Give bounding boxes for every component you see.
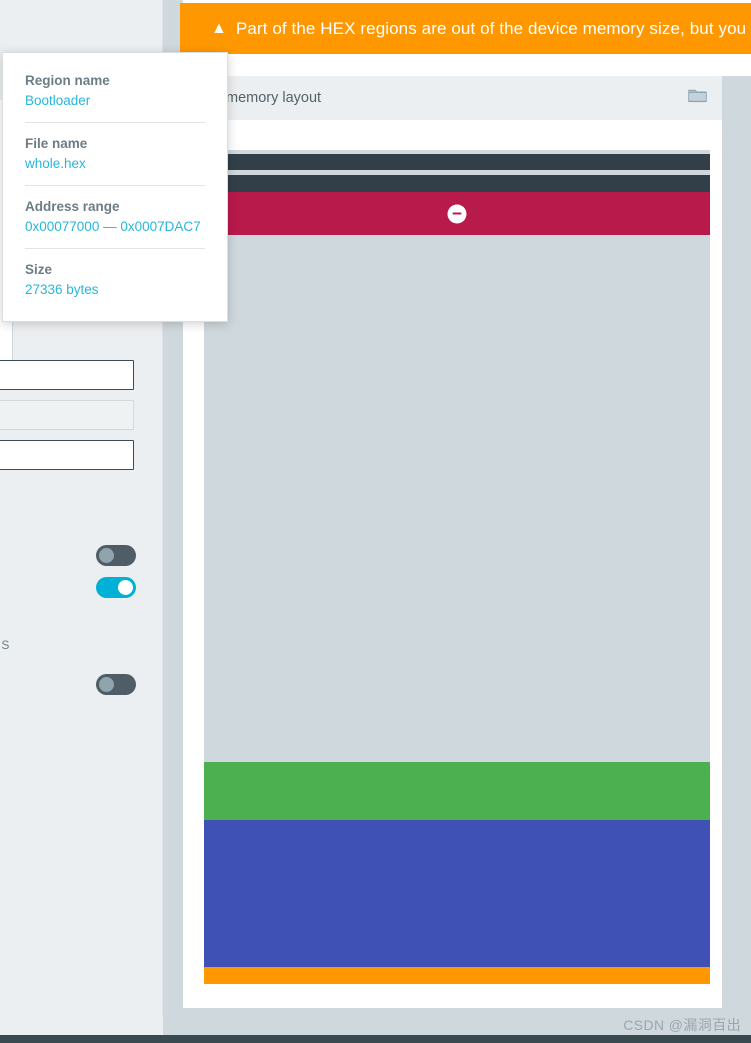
memory-region-region-dark-2 <box>204 175 710 192</box>
toggle-setting-1[interactable] <box>96 674 136 695</box>
popover-field-address-range: Address range 0x00077000 — 0x0007DAC7 <box>25 199 205 234</box>
popover-value: 0x00077000 — 0x0007DAC7 <box>25 219 201 234</box>
right-scroll-rail[interactable] <box>722 76 751 1008</box>
region-info-popover: Region name Bootloader File name whole.h… <box>2 52 228 322</box>
popover-field-file-name: File name whole.hex <box>25 136 205 171</box>
minus-circle-icon[interactable] <box>447 204 467 223</box>
popover-field-region-name: Region name Bootloader <box>25 73 205 108</box>
popover-key: File name <box>25 136 88 151</box>
reset-button[interactable]: Reset <box>0 360 134 390</box>
popover-value: Bootloader <box>25 93 91 108</box>
popover-key: Address range <box>25 199 120 214</box>
popover-value: whole.hex <box>25 156 86 171</box>
toggle-knob <box>99 548 114 563</box>
popover-divider <box>25 248 205 249</box>
memory-region-region-selected[interactable] <box>191 192 710 235</box>
memory-layout-header: memory layout <box>204 76 722 120</box>
memory-region-region-blue <box>204 820 710 967</box>
write-button[interactable]: Write <box>0 400 134 430</box>
hex-out-of-range-warning-banner: ▲ Part of the HEX regions are out of the… <box>180 3 751 54</box>
toggle-knob <box>99 677 114 692</box>
warning-triangle-icon: ▲ <box>211 19 227 37</box>
memory-region-region-orange <box>204 967 710 984</box>
minus-glyph <box>452 212 462 215</box>
memory-layout-title: memory layout <box>226 90 322 106</box>
toggle-option-2[interactable] <box>96 577 136 598</box>
watermark: CSDN @漏洞百出 <box>623 1017 741 1033</box>
toggle-option-1[interactable] <box>96 545 136 566</box>
popover-divider <box>25 185 205 186</box>
warning-banner-text: Part of the HEX regions are out of the d… <box>235 18 751 38</box>
popover-key: Size <box>25 262 53 277</box>
folder-icon[interactable] <box>688 88 707 108</box>
memory-region-region-dark-1 <box>204 154 710 170</box>
popover-value: 27336 bytes <box>25 282 99 297</box>
memory-region-region-green <box>204 762 710 820</box>
memory-region-gap-top <box>204 138 710 150</box>
bottom-left-filler <box>0 1016 163 1035</box>
bottom-dark-edge <box>0 1035 751 1043</box>
memory-region-stack <box>191 138 710 984</box>
toggle-knob <box>118 580 133 595</box>
application-root: ▲ Part of the HEX regions are out of the… <box>0 0 751 1043</box>
popover-key: Region name <box>25 73 110 88</box>
popover-divider <box>25 122 205 123</box>
read-button[interactable]: Read <box>0 440 134 470</box>
popover-field-size: Size 27336 bytes <box>25 262 205 297</box>
memory-region-region-empty <box>204 235 710 762</box>
settings-section-label: SETTINGS <box>0 638 12 652</box>
